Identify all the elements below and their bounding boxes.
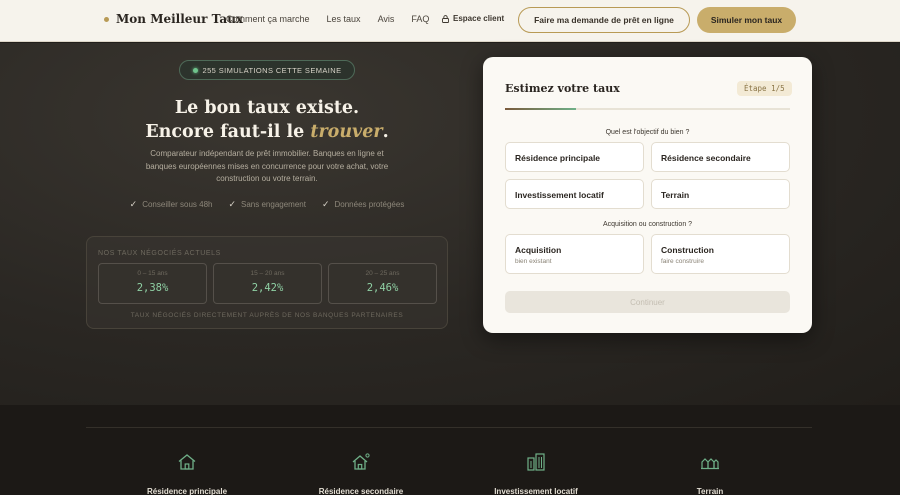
property-type-label: Résidence principale bbox=[146, 487, 228, 495]
rate-value: 2,46% bbox=[366, 282, 399, 294]
property-type-residence-principale[interactable]: Résidence principale bbox=[122, 452, 252, 495]
progress-bar bbox=[505, 108, 790, 110]
hero-title-line2: Encore faut-il le trouver. bbox=[86, 120, 448, 144]
option-label: Investissement locatif bbox=[515, 190, 604, 200]
step-badge: Étape 1/5 bbox=[737, 81, 792, 96]
simulations-badge-label: 255 SIMULATIONS CETTE SEMAINE bbox=[202, 65, 342, 75]
option-label: Terrain bbox=[661, 190, 690, 200]
simulations-badge: 255 SIMULATIONS CETTE SEMAINE bbox=[179, 60, 355, 80]
check-item: ✓ Conseiller sous 48h bbox=[130, 199, 213, 210]
check-label-conseiller: Conseiller sous 48h bbox=[142, 200, 213, 209]
nav-link-comment-ca-marche[interactable]: Comment ça marche bbox=[226, 14, 310, 24]
demande-pret-button[interactable]: Faire ma demande de prêt en ligne bbox=[518, 7, 690, 33]
check-label-engagement: Sans engagement bbox=[241, 200, 306, 209]
check-icon: ✓ bbox=[321, 199, 330, 209]
rates-cards: 0 – 15 ans 2,38% 15 – 20 ans 2,42% 20 – … bbox=[98, 263, 437, 304]
hero-title: Le bon taux existe. Encore faut-il le tr… bbox=[86, 96, 448, 144]
option-label: Résidence principale bbox=[515, 153, 601, 163]
house-sun-icon bbox=[352, 453, 370, 470]
nav-link-avis[interactable]: Avis bbox=[378, 14, 395, 24]
brand-logo[interactable]: Mon Meilleur Taux bbox=[104, 12, 243, 26]
property-types-section: Résidence principale Résidence secondair… bbox=[0, 405, 900, 495]
brand-name: Mon Meilleur Taux bbox=[116, 12, 244, 26]
property-type-label: Investissement locatif bbox=[494, 487, 578, 495]
simuler-taux-button[interactable]: Simuler mon taux bbox=[697, 7, 796, 33]
rate-duration: 20 – 25 ans bbox=[365, 270, 400, 277]
question-acquisition: Acquisition ou construction ? bbox=[602, 221, 693, 228]
progress-fill bbox=[505, 108, 577, 110]
top-nav: Mon Meilleur Taux Comment ça marche Les … bbox=[0, 0, 900, 42]
property-type-residence-secondaire[interactable]: Résidence secondaire bbox=[296, 452, 426, 495]
property-type-terrain[interactable]: Terrain bbox=[645, 452, 775, 495]
continue-button[interactable]: Continuer bbox=[505, 291, 790, 313]
option-residence-principale[interactable]: Résidence principale bbox=[505, 142, 644, 172]
check-item: ✓ Données protégées bbox=[322, 199, 404, 210]
buildings-icon bbox=[527, 453, 545, 471]
rates-panel: NOS TAUX NÉGOCIÉS ACTUELS 0 – 15 ans 2,3… bbox=[86, 236, 448, 329]
question-objectif: Quel est l'objectif du bien ? bbox=[605, 129, 690, 136]
hero-title-suffix: . bbox=[382, 122, 389, 142]
nav-links: Comment ça marche Les taux Avis FAQ bbox=[226, 14, 446, 24]
property-type-investissement-locatif[interactable]: Investissement locatif bbox=[471, 452, 601, 495]
espace-client-label: Espace client bbox=[453, 14, 505, 23]
option-label: Construction bbox=[661, 245, 714, 255]
rate-card: 20 – 25 ans 2,46% bbox=[328, 263, 437, 304]
property-type-label: Résidence secondaire bbox=[318, 487, 404, 495]
check-item: ✓ Sans engagement bbox=[228, 199, 305, 210]
rate-value: 2,38% bbox=[136, 282, 169, 294]
rates-footer: TAUX NÉGOCIÉS DIRECTEMENT AUPRÈS DE NOS … bbox=[130, 312, 404, 319]
nav-link-les-taux[interactable]: Les taux bbox=[327, 14, 361, 24]
option-investissement-locatif[interactable]: Investissement locatif bbox=[505, 179, 644, 209]
nav-link-faq[interactable]: FAQ bbox=[411, 14, 429, 24]
option-label: Acquisition bbox=[515, 245, 562, 255]
section-divider bbox=[86, 427, 812, 428]
check-icon: ✓ bbox=[129, 199, 138, 209]
terrain-icon bbox=[701, 458, 719, 470]
hero-checks: ✓ Conseiller sous 48h ✓ Sans engagement ✓ D… bbox=[86, 199, 448, 210]
hero-title-prefix: Encore faut-il le bbox=[145, 122, 311, 142]
option-residence-secondaire[interactable]: Résidence secondaire bbox=[651, 142, 790, 172]
hero-subtitle: Comparateur indépendant de prêt immobili… bbox=[145, 149, 389, 183]
estimator-title: Estimez votre taux bbox=[505, 82, 620, 95]
check-label-donnees: Données protégées bbox=[334, 200, 405, 209]
option-construction[interactable]: Construction faire construire bbox=[651, 234, 790, 274]
rate-card: 15 – 20 ans 2,42% bbox=[213, 263, 322, 304]
rate-duration: 15 – 20 ans bbox=[250, 270, 285, 277]
live-dot-icon bbox=[192, 67, 198, 73]
option-label: Résidence secondaire bbox=[661, 153, 751, 163]
option-sublabel: faire construire bbox=[661, 258, 704, 265]
option-sublabel: bien existant bbox=[515, 258, 552, 265]
rate-value: 2,42% bbox=[251, 282, 284, 294]
hero-title-line1: Le bon taux existe. bbox=[174, 98, 360, 118]
option-acquisition[interactable]: Acquisition bien existant bbox=[505, 234, 644, 274]
property-type-label: Terrain bbox=[696, 487, 724, 495]
option-terrain[interactable]: Terrain bbox=[651, 179, 790, 209]
house-icon bbox=[178, 454, 196, 470]
check-icon: ✓ bbox=[228, 199, 237, 209]
brand-dot-icon bbox=[104, 16, 109, 22]
rate-card: 0 – 15 ans 2,38% bbox=[98, 263, 207, 304]
lock-icon bbox=[442, 14, 449, 23]
rate-estimator-card: Estimez votre taux Étape 1/5 Quel est l'… bbox=[483, 57, 812, 333]
rates-title: NOS TAUX NÉGOCIÉS ACTUELS bbox=[98, 250, 221, 257]
hero-title-highlight: trouver bbox=[310, 122, 383, 142]
espace-client-link[interactable]: Espace client bbox=[442, 14, 504, 23]
rate-duration: 0 – 15 ans bbox=[137, 270, 168, 277]
